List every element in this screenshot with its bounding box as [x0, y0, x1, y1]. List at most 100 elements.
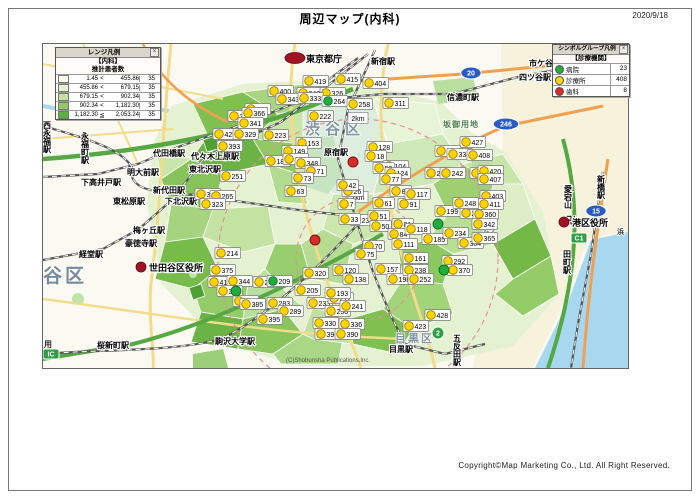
facility-marker[interactable]: 61 — [373, 198, 394, 209]
facility-marker[interactable]: 342 — [472, 219, 498, 230]
facility-marker[interactable] — [231, 286, 241, 296]
facility-marker[interactable]: 415 — [335, 74, 361, 85]
station-label: 東北沢駅 — [189, 164, 222, 174]
facility-marker[interactable]: 407 — [478, 174, 504, 185]
marker-dot-icon — [407, 225, 416, 234]
station-label: 新橋駅 — [596, 174, 606, 200]
marker-value: 411 — [490, 202, 501, 209]
marker-value: 333 — [310, 96, 322, 103]
facility-marker[interactable]: 258 — [347, 99, 373, 110]
facility-marker[interactable]: 209 — [267, 276, 293, 287]
facility-marker[interactable] — [310, 235, 320, 245]
facility-marker[interactable]: 370 — [447, 265, 473, 276]
marker-value: 320 — [315, 271, 327, 278]
facility-marker[interactable]: 365 — [472, 233, 498, 244]
marker-dot-icon — [385, 99, 394, 108]
facility-marker[interactable]: 251 — [220, 171, 246, 182]
marker-dot-icon — [315, 319, 324, 328]
symbol-legend-close-icon[interactable]: × — [619, 45, 628, 54]
marker-dot-icon — [265, 131, 274, 140]
facility-marker[interactable] — [433, 219, 443, 229]
facility-marker[interactable]: 311 — [383, 98, 409, 109]
facility-marker[interactable]: 193 — [325, 288, 351, 299]
facility-marker[interactable]: 223 — [263, 130, 289, 141]
facility-marker[interactable]: 428 — [425, 310, 451, 321]
facility-marker[interactable]: 366 — [242, 108, 268, 119]
facility-marker[interactable]: 157 — [375, 264, 401, 275]
facility-marker[interactable]: 385 — [240, 299, 266, 310]
facility-marker[interactable]: 395 — [257, 314, 283, 325]
marker-value: 241 — [352, 304, 364, 311]
facility-marker[interactable]: 242 — [440, 168, 466, 179]
facility-marker[interactable]: 408 — [467, 150, 493, 161]
facility-marker[interactable]: 404 — [363, 78, 389, 89]
facility-marker[interactable]: 320 — [303, 268, 329, 279]
facility-marker[interactable]: 7 — [338, 199, 355, 210]
page-title: 周辺マップ(内科) — [0, 10, 700, 27]
facility-marker[interactable]: 419 — [303, 76, 329, 87]
facility-marker[interactable]: 234 — [443, 228, 469, 239]
station-label: 新代田駅 — [153, 185, 186, 195]
facility-marker[interactable] — [439, 265, 449, 275]
facility-marker[interactable]: 375 — [210, 265, 236, 276]
facility-marker[interactable]: 75 — [355, 249, 376, 260]
facility-marker[interactable]: 427 — [460, 137, 486, 148]
symbol-legend-titlebar[interactable]: シンボルグループ凡例 × — [553, 45, 629, 55]
facility-marker[interactable]: 390 — [335, 329, 361, 340]
facility-marker[interactable]: 241 — [340, 301, 366, 312]
facility-marker[interactable]: 264 — [322, 96, 348, 107]
marker-dot-icon — [324, 97, 333, 106]
facility-marker[interactable]: 248 — [453, 198, 479, 209]
range-legend-close-icon[interactable]: × — [150, 48, 159, 57]
facility-marker[interactable]: 336 — [339, 319, 365, 330]
facility-marker[interactable]: 161 — [403, 253, 429, 264]
facility-marker[interactable]: 360 — [473, 209, 499, 220]
page-date: 2020/9/18 — [632, 11, 668, 20]
facility-marker[interactable]: 51 — [368, 211, 389, 222]
facility-marker[interactable] — [348, 157, 358, 167]
facility-marker[interactable]: 323 — [200, 199, 226, 210]
marker-dot-icon — [348, 157, 358, 167]
route-badge: IC — [43, 349, 59, 359]
marker-dot-icon — [475, 210, 484, 219]
facility-marker[interactable]: 344 — [227, 276, 253, 287]
range-legend-titlebar[interactable]: レンジ凡例 × — [56, 48, 160, 58]
range-swatch — [58, 84, 69, 92]
facility-marker[interactable]: 42 — [337, 180, 358, 191]
facility-marker[interactable]: 330 — [313, 318, 339, 329]
facility-marker[interactable]: 222 — [308, 111, 334, 122]
marker-value: 138 — [355, 277, 367, 284]
facility-marker[interactable]: 117 — [405, 189, 431, 200]
marker-value: 336 — [351, 322, 363, 329]
range-operator: ≦ — [98, 112, 106, 119]
facility-marker[interactable]: 33 — [339, 214, 360, 225]
marker-dot-icon — [442, 169, 451, 178]
facility-marker[interactable]: 73 — [292, 173, 313, 184]
marker-value: 111 — [404, 242, 415, 249]
facility-marker[interactable]: 111 — [392, 239, 418, 250]
facility-marker[interactable]: 341 — [238, 118, 264, 129]
facility-marker[interactable]: 205 — [295, 285, 321, 296]
marker-dot-icon — [337, 75, 346, 84]
facility-marker[interactable]: 252 — [408, 274, 434, 285]
facility-marker[interactable]: 118 — [405, 224, 431, 235]
symbol-legend-subtitle: 【診療機関】 — [553, 55, 629, 63]
facility-marker[interactable]: 393 — [217, 141, 243, 152]
marker-value: 91 — [410, 202, 418, 209]
marker-value: 427 — [472, 140, 484, 147]
facility-marker[interactable]: 18 — [365, 151, 386, 162]
facility-marker[interactable]: 63 — [285, 186, 306, 197]
facility-marker[interactable]: 411 — [478, 199, 504, 210]
marker-value: 289 — [290, 309, 302, 316]
marker-dot-icon — [297, 286, 306, 295]
range-min: 455.86 — [71, 85, 98, 91]
marker-dot-icon — [367, 152, 376, 161]
facility-marker[interactable]: 138 — [343, 274, 369, 285]
marker-dot-icon — [317, 330, 326, 339]
facility-marker[interactable]: 214 — [215, 248, 241, 259]
facility-marker[interactable]: 91 — [398, 199, 419, 210]
facility-marker[interactable]: 77 — [380, 174, 401, 185]
facility-marker[interactable]: 333 — [298, 93, 324, 104]
facility-marker[interactable]: 423 — [403, 321, 429, 332]
facility-marker[interactable]: 329 — [233, 129, 259, 140]
